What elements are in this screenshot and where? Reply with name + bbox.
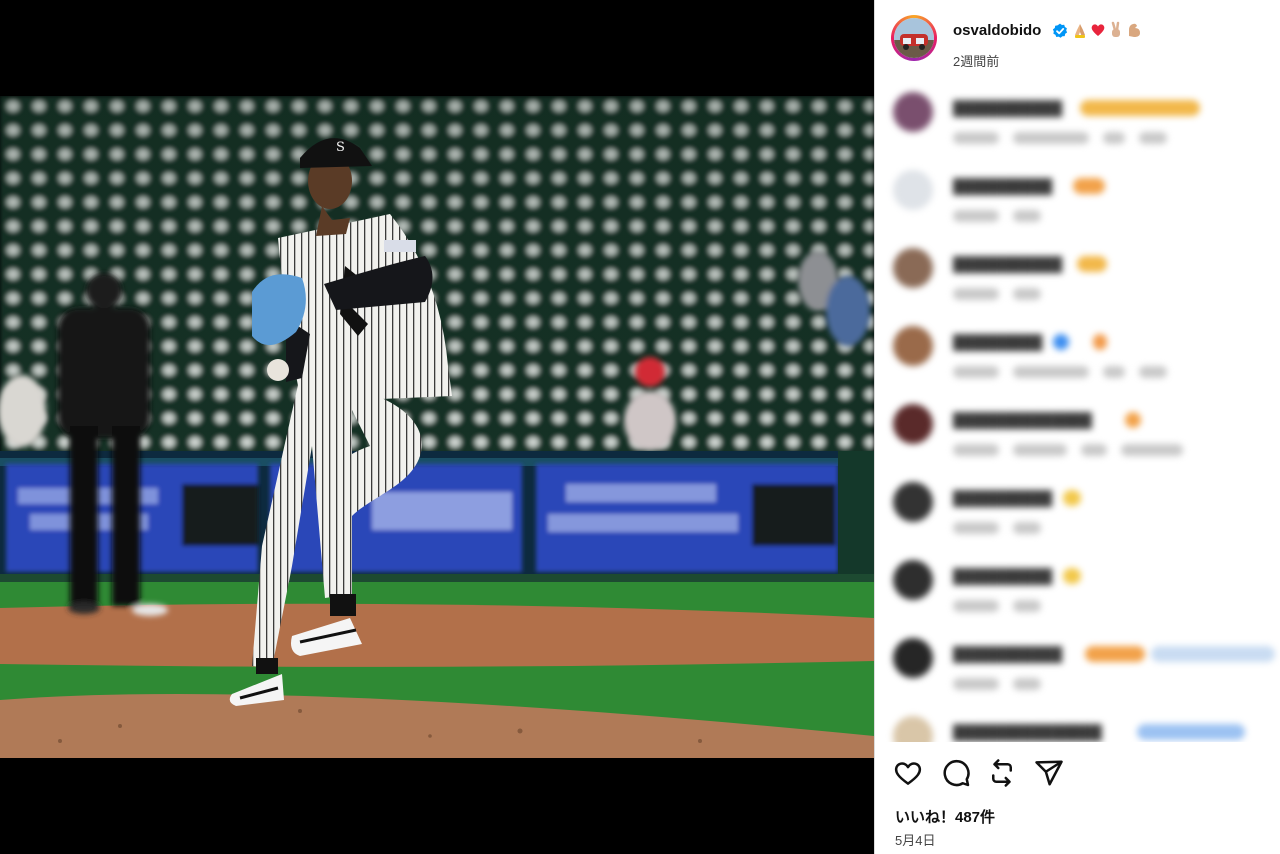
comment-item[interactable]: ███████████ [875, 244, 1280, 314]
heart-icon [894, 762, 922, 785]
media-pane: S [0, 0, 874, 854]
comment-username[interactable]: ██████████ [953, 178, 1052, 194]
comment-item[interactable]: ██████████ [875, 166, 1280, 236]
username[interactable]: osvaldobido [953, 22, 1041, 39]
red-heart-emoji [1091, 24, 1105, 36]
comment-avatar[interactable] [893, 326, 933, 366]
comment-username[interactable]: ██████████████ [953, 412, 1092, 428]
folded-hands-emoji [1075, 24, 1085, 38]
post-header: osvaldobido 2週間前 [875, 0, 1280, 80]
comment-avatar[interactable] [893, 92, 933, 132]
comment-username[interactable]: ███████████ [953, 100, 1062, 116]
flexed-biceps-emoji [1129, 23, 1140, 37]
comment-item[interactable]: █████████ [875, 322, 1280, 392]
comment-avatar[interactable] [893, 482, 933, 522]
comment-avatar[interactable] [893, 560, 933, 600]
comment-username[interactable]: ███████████████ [953, 724, 1102, 740]
header-emojis [1072, 21, 1142, 39]
comment-avatar[interactable] [893, 170, 933, 210]
comment-item[interactable]: ███████████ [875, 88, 1280, 158]
comment-username[interactable]: ██████████ [953, 568, 1052, 584]
comment-username[interactable]: ██████████ [953, 490, 1052, 506]
comment-item[interactable]: ██████████ [875, 556, 1280, 626]
comment-avatar[interactable] [893, 404, 933, 444]
comment-avatar[interactable] [893, 248, 933, 288]
post-photo[interactable]: S [0, 96, 874, 758]
post-time: 2週間前 [953, 54, 1000, 69]
comment-list[interactable]: ███████████ ██████████ ███████████ █████… [875, 82, 1280, 742]
victory-hand-emoji [1111, 21, 1120, 37]
share-button[interactable] [1034, 758, 1064, 788]
action-bar [875, 754, 1280, 794]
comment-avatar[interactable] [893, 716, 933, 742]
comment-icon [943, 759, 970, 787]
comment-item[interactable]: ███████████ [875, 634, 1280, 704]
comment-button[interactable] [941, 758, 971, 788]
comment-item[interactable]: ██████████ [875, 478, 1280, 548]
comment-username[interactable]: ███████████ [953, 646, 1062, 662]
comment-item[interactable]: ██████████████ [875, 400, 1280, 470]
comment-username[interactable]: ███████████ [953, 256, 1062, 272]
like-count[interactable]: いいね！487件 [895, 806, 995, 827]
avatar[interactable] [894, 18, 934, 58]
comment-username[interactable]: █████████ [953, 334, 1042, 350]
svg-text:S: S [336, 140, 345, 155]
repost-button[interactable] [987, 758, 1017, 788]
post-date: 5月4日 [895, 833, 936, 848]
like-button[interactable] [893, 758, 923, 788]
send-icon [1035, 760, 1063, 786]
verified-badge-icon [1052, 23, 1068, 38]
comment-avatar[interactable] [893, 638, 933, 678]
story-ring[interactable] [891, 15, 937, 61]
comment-item[interactable]: ███████████████ [875, 712, 1280, 742]
repost-icon [992, 759, 1012, 787]
post-side-panel: osvaldobido 2週間前 ███████████ ██████████ … [874, 0, 1280, 854]
